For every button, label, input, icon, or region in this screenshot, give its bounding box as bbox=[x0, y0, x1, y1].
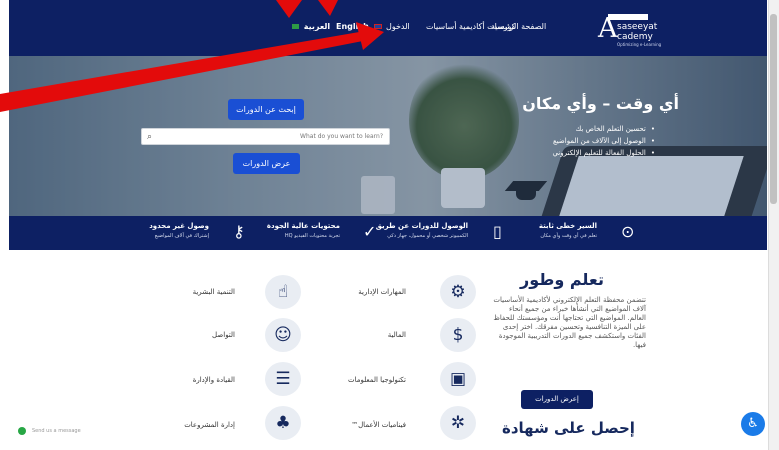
money-gear-icon[interactable]: $ bbox=[440, 318, 476, 352]
feature-title: وصول غير محدود bbox=[149, 222, 209, 230]
key-icon: ⚷ bbox=[233, 222, 245, 241]
search-courses-button[interactable]: إبحث عن الدورات bbox=[228, 99, 304, 120]
learn-title: تعلم وطور bbox=[520, 270, 604, 289]
category-label[interactable]: التنمية البشرية bbox=[193, 288, 235, 296]
page-frame: الصفحة الرئيسية كورسات أكاديمية أساسيات … bbox=[0, 0, 779, 450]
arabic-flag-icon bbox=[292, 24, 299, 29]
hero-bullet: الوصول إلى الآلاف من المواضيع bbox=[553, 137, 655, 145]
arabic-link-label: العربية bbox=[303, 22, 331, 31]
feature-title: الوصول للدورات عن طريق bbox=[375, 222, 468, 230]
check-circle-icon: ✓ bbox=[363, 222, 377, 241]
category-label[interactable]: فيناميات الأعمال™ bbox=[351, 421, 406, 429]
hand-people-icon[interactable]: ☝ bbox=[265, 275, 301, 309]
feature-subtitle: إشتراك في آلاف المواضيع bbox=[154, 233, 209, 239]
show-courses-button[interactable]: عرض الدورات bbox=[233, 153, 300, 174]
category-label[interactable]: المهارات الإدارية bbox=[358, 288, 406, 296]
logo-text-line1: saseeyat bbox=[617, 22, 658, 32]
nav-courses-link[interactable]: كورسات أكاديمية أساسيات bbox=[426, 22, 516, 31]
certificate-title: إحصل على شهادة bbox=[502, 419, 635, 437]
logo-text-line2: cademy bbox=[617, 32, 653, 42]
tablet-icon: ▯ bbox=[493, 222, 502, 241]
uk-flag-icon bbox=[373, 24, 382, 29]
search-icon: ⌕ bbox=[147, 132, 153, 142]
search-placeholder: What do you want to learn? bbox=[300, 133, 383, 140]
logo-tagline: Optimizing e-Learning bbox=[617, 42, 662, 47]
accessibility-icon[interactable]: ♿ bbox=[741, 412, 765, 436]
play-circle-icon: ⊙ bbox=[621, 222, 635, 241]
feature-subtitle: الكمبيوتر شخصي أو محمول، جهاز ذكي bbox=[387, 233, 468, 239]
arabic-language-link[interactable]: العربية bbox=[292, 22, 330, 31]
hero-bullet: الحلول الفعالة للتعليم الإلكتروني bbox=[552, 149, 655, 157]
feature-title: السير خطى ثابتة bbox=[538, 222, 597, 230]
learn-description: تتضمن محفظة التعلم الإلكتروني لأكاديمية … bbox=[493, 296, 646, 349]
category-label[interactable]: تكنولوجيا المعلومات bbox=[348, 376, 406, 384]
search-input[interactable]: ⌕ What do you want to learn? bbox=[141, 128, 390, 145]
team-icon[interactable]: ☰ bbox=[265, 362, 301, 396]
chat-icon bbox=[18, 426, 26, 435]
gears-icon[interactable]: ⚙ bbox=[440, 275, 476, 309]
category-label[interactable]: التواصل bbox=[212, 331, 235, 339]
english-link-label: English bbox=[336, 22, 369, 31]
nav-login-link[interactable]: الدخول bbox=[386, 22, 410, 31]
category-label[interactable]: المالية bbox=[388, 331, 406, 339]
show-courses-dark-button[interactable]: إعرض الدورات bbox=[521, 390, 593, 409]
feature-title: محتويات عالية الجودة bbox=[266, 222, 340, 230]
english-language-link[interactable]: English bbox=[336, 22, 382, 31]
feature-subtitle: تجربة محتويات الفيديو HQ bbox=[284, 233, 340, 239]
category-label[interactable]: إدارة المشروعات bbox=[184, 421, 235, 429]
chat-widget[interactable]: Send us a message bbox=[18, 424, 93, 438]
hero-title: أي وقت – وأي مكان bbox=[522, 94, 679, 113]
hierarchy-icon[interactable]: ♣ bbox=[265, 406, 301, 440]
feature-subtitle: تعلم في أي وقت وأي مكان bbox=[540, 233, 597, 239]
top-navbar: الصفحة الرئيسية كورسات أكاديمية أساسيات … bbox=[9, 0, 767, 56]
business-gear-icon[interactable]: ✲ bbox=[440, 406, 476, 440]
chat-label: Send us a message bbox=[32, 428, 81, 434]
chat-bubbles-icon[interactable]: ☺ bbox=[265, 318, 301, 352]
scrollbar-thumb[interactable] bbox=[770, 14, 777, 204]
features-bar: ⊙ السير خطى ثابتة تعلم في أي وقت وأي مكا… bbox=[9, 216, 767, 250]
logo-letter: A bbox=[598, 13, 618, 44]
hero-bullet: تحسين التعلم الخاص بك bbox=[575, 125, 655, 133]
category-label[interactable]: القيادة والإدارة bbox=[193, 376, 235, 384]
monitor-icon[interactable]: ▣ bbox=[440, 362, 476, 396]
